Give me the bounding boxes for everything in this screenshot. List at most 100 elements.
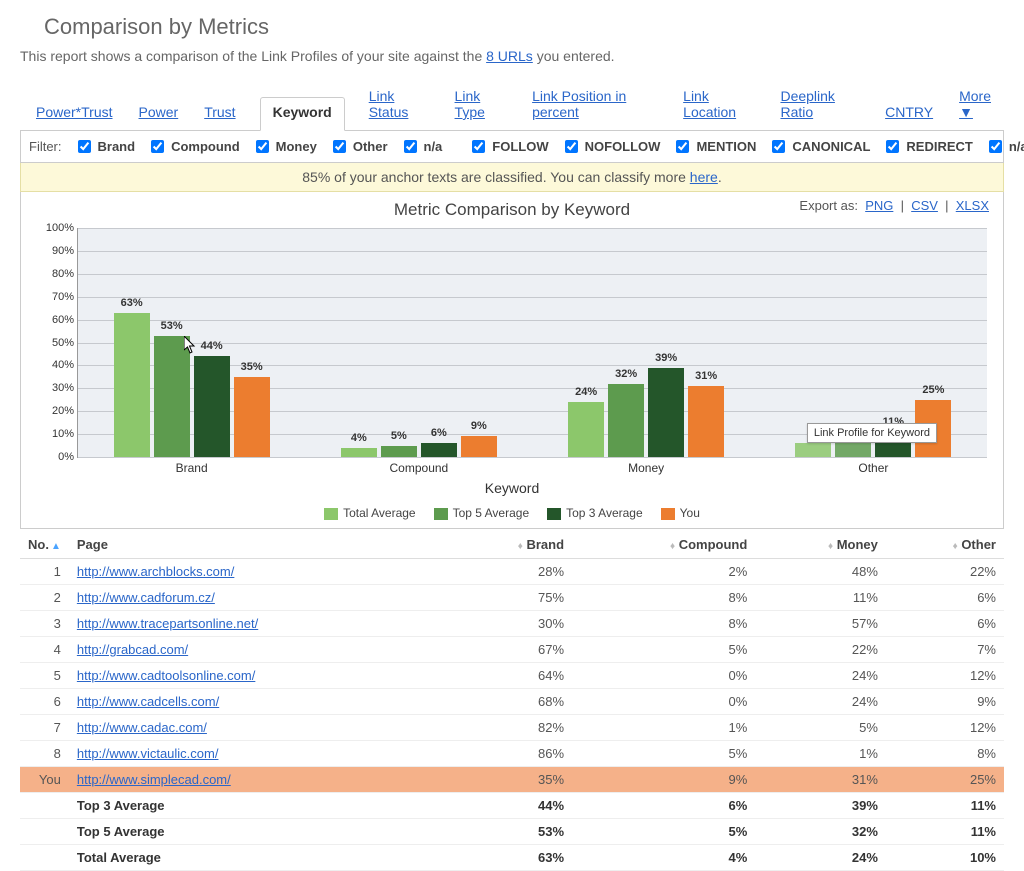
subtitle: This report shows a comparison of the Li… <box>20 48 1004 64</box>
cell-money: 32% <box>755 819 886 845</box>
legend-item[interactable]: Total Average <box>324 506 416 520</box>
tab-link-status[interactable]: Link Status <box>367 82 431 130</box>
bar-top-3-average[interactable]: 39% <box>648 368 684 457</box>
page-link[interactable]: http://www.cadcells.com/ <box>77 694 219 709</box>
bar-top-5-average[interactable]: 5% <box>381 446 417 457</box>
bar-label: 4% <box>341 432 377 444</box>
page-link[interactable]: http://grabcad.com/ <box>77 642 188 657</box>
cell-money: 31% <box>755 767 886 793</box>
y-tick: 90% <box>36 245 74 257</box>
bar-top-5-average[interactable]: 32% <box>608 384 644 457</box>
tab-link-type[interactable]: Link Type <box>453 82 509 130</box>
tab-trust[interactable]: Trust <box>202 98 237 130</box>
tab-link-position-in-percent[interactable]: Link Position in percent <box>530 82 659 130</box>
bar-you[interactable]: 9% <box>461 436 497 457</box>
filter-other[interactable]: Other <box>329 137 388 156</box>
tab-deeplink-ratio[interactable]: Deeplink Ratio <box>778 82 861 130</box>
page-link[interactable]: http://www.cadac.com/ <box>77 720 207 735</box>
legend-item[interactable]: Top 5 Average <box>434 506 530 520</box>
filter-mention[interactable]: MENTION <box>672 137 756 156</box>
filter-checkbox[interactable] <box>78 140 91 153</box>
tab-keyword[interactable]: Keyword <box>260 97 345 131</box>
cell-no: You <box>20 767 69 793</box>
chart-plot[interactable]: 0%10%20%30%40%50%60%70%80%90%100%63%53%4… <box>77 228 987 458</box>
col-no-[interactable]: No.▲ <box>20 531 69 559</box>
page-link[interactable]: http://www.simplecad.com/ <box>77 772 231 787</box>
filter-text: Other <box>353 139 388 154</box>
bar-total-average[interactable] <box>795 443 831 457</box>
legend-swatch <box>324 508 338 520</box>
filter-checkbox[interactable] <box>989 140 1002 153</box>
export-png[interactable]: PNG <box>865 198 893 213</box>
bar-top-5-average[interactable]: 53% <box>154 336 190 457</box>
cell-page: http://www.victaulic.com/ <box>69 741 449 767</box>
cell-avg-label: Top 5 Average <box>69 819 449 845</box>
cell-page: http://www.tracepartsonline.net/ <box>69 611 449 637</box>
legend-item[interactable]: You <box>661 506 700 520</box>
bar-total-average[interactable]: 24% <box>568 402 604 457</box>
x-category: Compound <box>305 461 532 475</box>
cell-other: 25% <box>886 767 1004 793</box>
tab-power-trust[interactable]: Power*Trust <box>34 98 115 130</box>
filter-checkbox[interactable] <box>676 140 689 153</box>
filter-checkbox[interactable] <box>565 140 578 153</box>
page-link[interactable]: http://www.tracepartsonline.net/ <box>77 616 258 631</box>
tab-more-[interactable]: More ▼ <box>957 82 1004 130</box>
bar-top-3-average[interactable]: 6% <box>421 443 457 457</box>
filter-checkbox[interactable] <box>333 140 346 153</box>
filter-redirect[interactable]: REDIRECT <box>882 137 972 156</box>
notice-post: . <box>718 169 722 185</box>
tab-power[interactable]: Power <box>137 98 181 130</box>
page-link[interactable]: http://www.cadtoolsonline.com/ <box>77 668 255 683</box>
tab-cntry[interactable]: CNTRY <box>883 98 935 130</box>
export-csv[interactable]: CSV <box>911 198 938 213</box>
classify-link[interactable]: here <box>690 169 718 185</box>
filter-n-a[interactable]: n/a <box>985 137 1024 156</box>
cell-compound: 5% <box>572 637 755 663</box>
filter-checkbox[interactable] <box>151 140 164 153</box>
col-page[interactable]: Page <box>69 531 449 559</box>
filter-checkbox[interactable] <box>472 140 485 153</box>
page-link[interactable]: http://www.victaulic.com/ <box>77 746 219 761</box>
cell-brand: 53% <box>448 819 572 845</box>
bar-top-3-average[interactable]: 44% <box>194 356 230 457</box>
legend-item[interactable]: Top 3 Average <box>547 506 643 520</box>
filter-checkbox[interactable] <box>404 140 417 153</box>
filter-canonical[interactable]: CANONICAL <box>768 137 870 156</box>
cell-other: 22% <box>886 559 1004 585</box>
table-row: 6http://www.cadcells.com/68%0%24%9% <box>20 689 1004 715</box>
bar-label: 32% <box>608 368 644 380</box>
export-xlsx[interactable]: XLSX <box>956 198 989 213</box>
page-link[interactable]: http://www.cadforum.cz/ <box>77 590 215 605</box>
bar-total-average[interactable]: 4% <box>341 448 377 457</box>
page-link[interactable]: http://www.archblocks.com/ <box>77 564 235 579</box>
cell-other: 6% <box>886 611 1004 637</box>
bar-you[interactable]: 31% <box>688 386 724 457</box>
filter-compound[interactable]: Compound <box>147 137 240 156</box>
filter-money[interactable]: Money <box>252 137 317 156</box>
urls-link[interactable]: 8 URLs <box>486 48 533 64</box>
cell-compound: 6% <box>572 793 755 819</box>
filter-checkbox[interactable] <box>772 140 785 153</box>
filter-n-a[interactable]: n/a <box>400 137 443 156</box>
filter-brand[interactable]: Brand <box>74 137 136 156</box>
filter-checkbox[interactable] <box>886 140 899 153</box>
tab-link-location[interactable]: Link Location <box>681 82 756 130</box>
col-brand[interactable]: ♦ Brand <box>448 531 572 559</box>
bar-total-average[interactable]: 63% <box>114 313 150 457</box>
cell-brand: 44% <box>448 793 572 819</box>
col-money[interactable]: ♦ Money <box>755 531 886 559</box>
filter-checkbox[interactable] <box>256 140 269 153</box>
filter-follow[interactable]: FOLLOW <box>468 137 548 156</box>
bar-top-5-average[interactable] <box>835 443 871 457</box>
cell-compound: 9% <box>572 767 755 793</box>
col-compound[interactable]: ♦ Compound <box>572 531 755 559</box>
cell-brand: 82% <box>448 715 572 741</box>
cell-page: http://www.archblocks.com/ <box>69 559 449 585</box>
cell-brand: 30% <box>448 611 572 637</box>
col-other[interactable]: ♦ Other <box>886 531 1004 559</box>
legend-swatch <box>661 508 675 520</box>
bar-you[interactable]: 35% <box>234 377 270 457</box>
filter-nofollow[interactable]: NOFOLLOW <box>561 137 661 156</box>
cell-avg-label: Total Average <box>69 845 449 871</box>
